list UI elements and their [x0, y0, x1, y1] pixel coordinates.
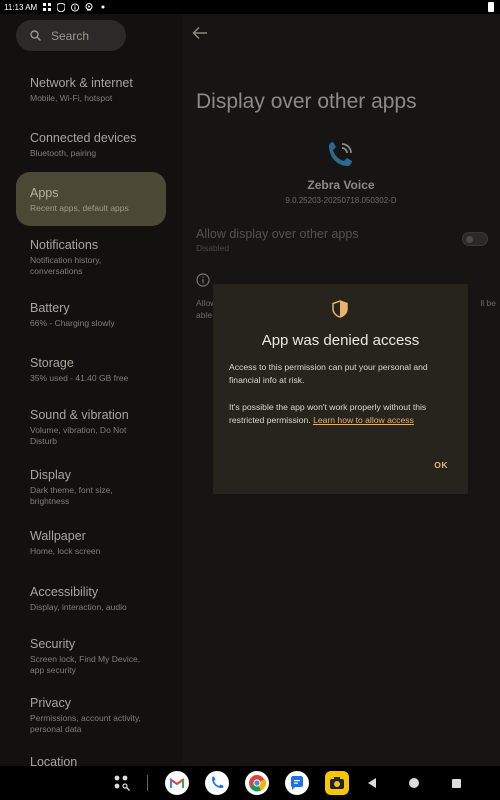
denied-access-dialog: App was denied access Access to this per…	[213, 284, 468, 494]
info-status-icon	[71, 3, 80, 11]
learn-how-link[interactable]: Learn how to allow access	[313, 415, 414, 425]
dot-status-icon	[99, 3, 107, 11]
messages-icon[interactable]	[285, 771, 309, 795]
dialog-title: App was denied access	[261, 332, 420, 349]
location-status-icon	[85, 2, 93, 11]
dialog-body-paragraph-1: Access to this permission can put your p…	[229, 362, 428, 385]
home-icon[interactable]	[402, 771, 426, 795]
status-time: 11:13 AM	[4, 2, 38, 12]
camera-icon[interactable]	[325, 771, 349, 795]
battery-icon	[488, 2, 494, 12]
app-drawer-icon[interactable]	[110, 771, 134, 795]
dialog-body: Access to this permission can put your p…	[229, 361, 455, 427]
status-bar: 11:13 AM	[0, 0, 500, 14]
notification-grid-icon	[43, 3, 52, 11]
recents-icon[interactable]	[444, 771, 468, 795]
taskbar	[0, 766, 500, 800]
shield-status-icon	[57, 2, 66, 12]
gmail-icon[interactable]	[165, 771, 189, 795]
ok-button[interactable]: OK	[434, 460, 448, 470]
back-icon[interactable]	[360, 771, 384, 795]
shield-icon	[332, 300, 348, 318]
taskbar-divider	[147, 775, 148, 791]
chrome-icon[interactable]	[245, 771, 269, 795]
phone-icon[interactable]	[205, 771, 229, 795]
dialog-body-paragraph-2: It's possible the app won't work properl…	[229, 401, 455, 427]
